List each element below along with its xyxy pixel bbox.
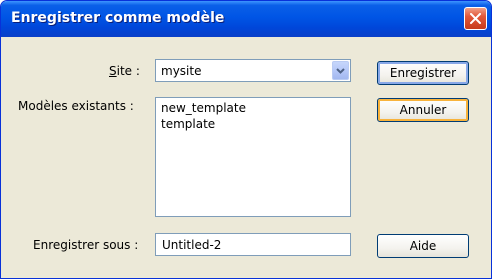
existing-templates-list[interactable]: new_template template — [155, 97, 351, 217]
site-select[interactable]: mysite — [155, 59, 351, 82]
save-button[interactable]: Enregistrer — [377, 61, 469, 85]
close-icon — [470, 13, 481, 24]
save-as-template-dialog: Enregistrer comme modèle Site : mysite M… — [0, 0, 492, 279]
site-select-dropdown-button[interactable] — [332, 61, 349, 80]
list-item[interactable]: new_template — [161, 101, 246, 115]
cancel-button[interactable]: Annuler — [377, 98, 469, 122]
close-button[interactable] — [464, 7, 487, 30]
save-as-input-value: Untitled-2 — [162, 238, 222, 252]
title-bar[interactable]: Enregistrer comme modèle — [1, 1, 491, 37]
dialog-title: Enregistrer comme modèle — [11, 10, 225, 26]
save-as-label: Enregistrer sous : — [33, 238, 139, 252]
save-as-input[interactable]: Untitled-2 — [155, 233, 351, 256]
list-item[interactable]: template — [161, 117, 215, 131]
site-select-value: mysite — [161, 64, 202, 78]
help-button[interactable]: Aide — [377, 234, 469, 258]
dialog-body: Site : mysite Modèles existants : new_te… — [4, 37, 488, 275]
existing-templates-label: Modèles existants : — [18, 99, 134, 113]
site-label: Site : — [109, 64, 140, 78]
chevron-down-icon — [336, 67, 345, 74]
